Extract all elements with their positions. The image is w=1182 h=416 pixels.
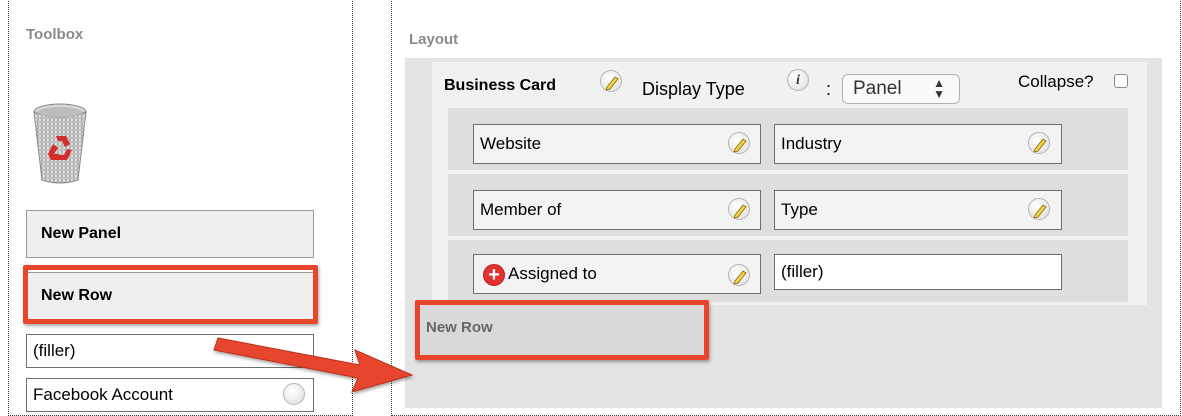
edit-pencil-icon[interactable] xyxy=(728,132,750,154)
display-type-value: Panel xyxy=(853,78,902,99)
new-row-highlight xyxy=(23,265,318,324)
drag-arrow-icon xyxy=(213,337,414,393)
panel-name: Business Card xyxy=(444,77,557,94)
edit-pencil-icon[interactable] xyxy=(728,198,750,220)
recycle-bin-icon[interactable] xyxy=(30,100,90,186)
edit-pencil-icon[interactable] xyxy=(1028,132,1050,154)
edit-pencil-icon[interactable] xyxy=(728,264,750,286)
field-label: (filler) xyxy=(781,262,824,281)
select-arrows-icon: ▲ ▼ xyxy=(933,76,945,101)
field-assigned-to[interactable]: Assigned to xyxy=(473,254,761,294)
facebook-account-label: Facebook Account xyxy=(33,385,173,404)
edit-pencil-icon[interactable] xyxy=(1028,198,1050,220)
new-panel-tool[interactable]: New Panel xyxy=(26,210,314,258)
field-label: Member of xyxy=(480,200,562,219)
drop-highlight xyxy=(415,300,709,360)
panel-edit-pencil-icon[interactable] xyxy=(600,70,622,92)
field-type[interactable]: Type xyxy=(774,190,1062,230)
collapse-checkbox[interactable] xyxy=(1114,74,1128,88)
display-type-label: Display Type xyxy=(642,79,745,99)
field-label: Website xyxy=(480,134,542,153)
field-website[interactable]: Website xyxy=(473,124,761,164)
field-industry[interactable]: Industry xyxy=(774,124,1062,164)
layout-title: Layout xyxy=(409,31,459,48)
new-panel-label: New Panel xyxy=(41,225,122,242)
field-label: Assigned to xyxy=(508,264,597,283)
field-label: Type xyxy=(781,200,818,219)
field-filler[interactable]: (filler) xyxy=(774,254,1062,290)
required-plus-icon: + xyxy=(483,264,505,286)
display-type-colon: : xyxy=(826,79,832,99)
collapse-label: Collapse? xyxy=(1018,72,1094,91)
filler-label: (filler) xyxy=(33,341,76,360)
display-type-select[interactable]: Panel ▲ ▼ xyxy=(842,74,960,104)
field-member-of[interactable]: Member of xyxy=(473,190,761,230)
toolbox-title: Toolbox xyxy=(26,26,84,43)
field-label: Industry xyxy=(781,134,842,153)
info-icon[interactable]: i xyxy=(787,69,809,91)
